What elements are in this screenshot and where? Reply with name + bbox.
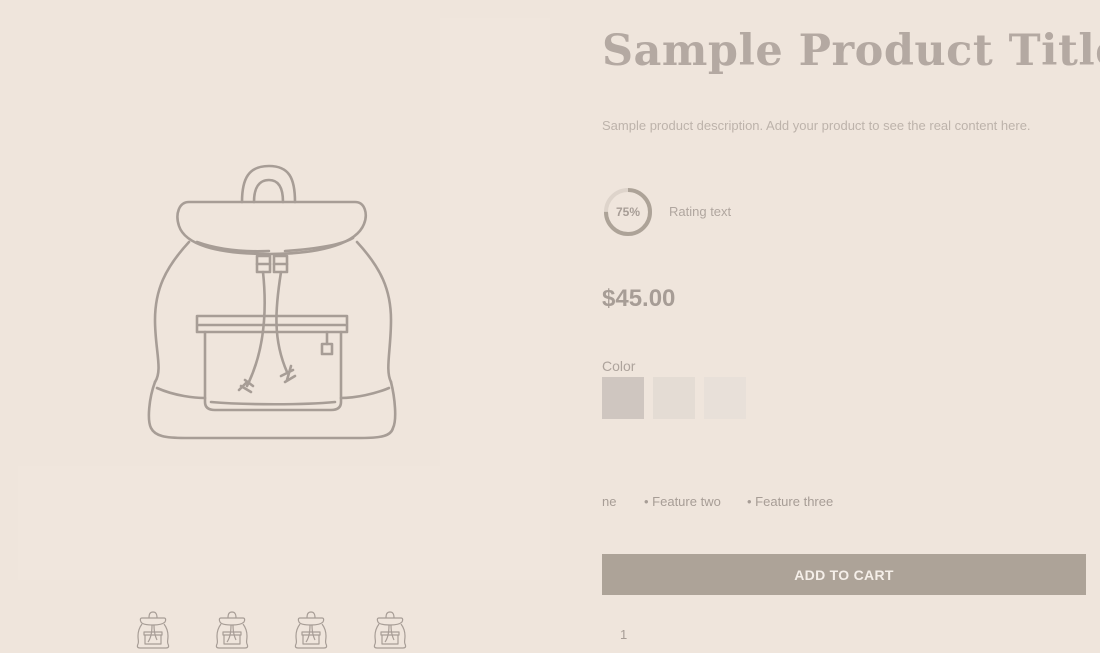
thumbnail-strip [135,610,435,652]
rating: 75% Rating text [602,186,802,238]
feature-item-1: ne [602,494,617,509]
backpack-icon[interactable] [135,150,411,450]
backpack-icon [373,611,407,649]
color-label: Color [602,358,636,374]
color-swatch-2[interactable] [653,377,695,419]
thumbnail-2[interactable] [214,610,250,650]
quantity-stepper[interactable]: 1 [602,620,682,653]
thumbnail-1[interactable] [135,610,171,650]
add-to-cart-button[interactable]: ADD TO CART [602,554,1086,595]
product-page: Sample Product Title Sample product desc… [0,0,1100,653]
thumbnail-4[interactable] [372,610,408,650]
color-swatch-1[interactable] [602,377,644,419]
product-price: $45.00 [602,285,676,312]
feature-item-2: • Feature two [644,494,721,509]
backpack-icon [294,611,328,649]
thumbnail-3[interactable] [293,610,329,650]
product-title: Sample Product Title [602,26,1100,76]
rating-percent: 75% [615,205,641,219]
backpack-icon [215,611,249,649]
quantity-value: 1 [620,627,628,642]
feature-item-3: • Feature three [747,494,834,509]
feature-list: ne • Feature two • Feature three [602,494,1002,512]
color-swatch-3[interactable] [704,377,746,419]
rating-text: Rating text [669,204,732,219]
backpack-icon [136,611,170,649]
product-description: Sample product description. Add your pro… [602,118,1031,133]
